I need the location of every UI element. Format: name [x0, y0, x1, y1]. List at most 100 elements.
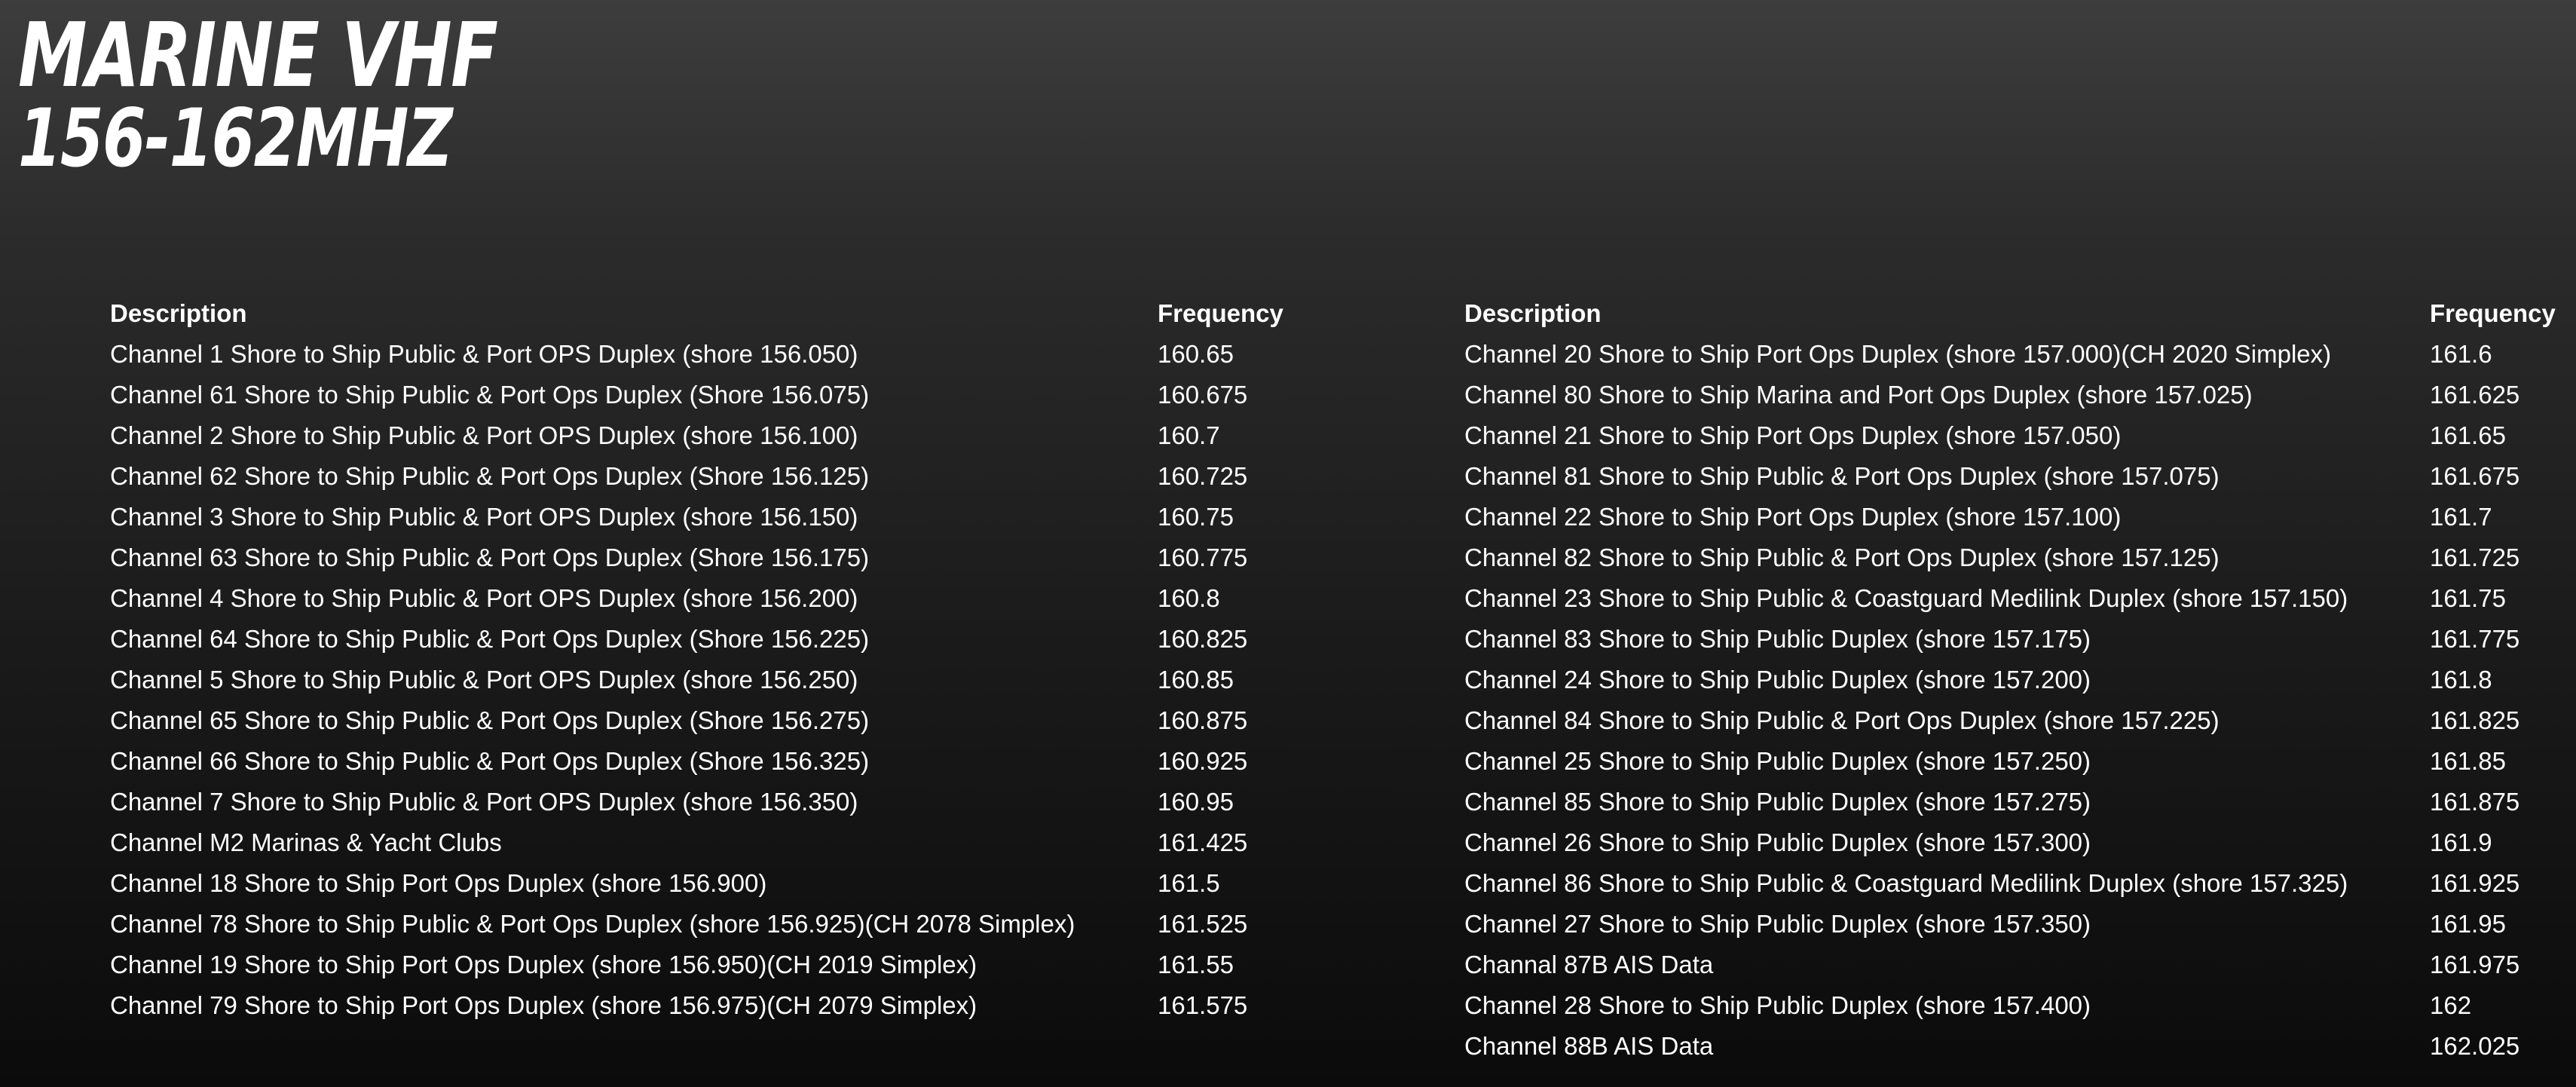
channel-description: Channel 2 Shore to Ship Public & Port OP… [110, 421, 858, 449]
channel-description: Channel 7 Shore to Ship Public & Port OP… [110, 788, 858, 816]
table-row: Channel 4 Shore to Ship Public & Port OP… [110, 578, 1331, 619]
channel-description: Channel 4 Shore to Ship Public & Port OP… [110, 584, 858, 612]
channel-frequency: 160.65 [1158, 340, 1234, 368]
channel-description: Channel 21 Shore to Ship Port Ops Duplex… [1464, 421, 2122, 449]
table-row: Channel 79 Shore to Ship Port Ops Duplex… [110, 985, 1331, 1026]
table-row: Channel 26 Shore to Ship Public Duplex (… [1464, 822, 2557, 863]
channel-frequency: 161.825 [2430, 706, 2520, 734]
table-row: Channel 61 Shore to Ship Public & Port O… [110, 375, 1331, 415]
table-row: Channel 1 Shore to Ship Public & Port OP… [110, 334, 1331, 375]
table-row: Channel 21 Shore to Ship Port Ops Duplex… [1464, 415, 2557, 456]
table-row: Channel 83 Shore to Ship Public Duplex (… [1464, 619, 2557, 660]
table-row: Channel 84 Shore to Ship Public & Port O… [1464, 700, 2557, 741]
channel-description: Channel 84 Shore to Ship Public & Port O… [1464, 706, 2220, 734]
channel-description: Channel 86 Shore to Ship Public & Coastg… [1464, 869, 2348, 897]
channel-frequency: 160.775 [1158, 544, 1248, 571]
channel-frequency: 161.5 [1158, 869, 1220, 897]
channel-frequency: 161.55 [1158, 951, 1234, 978]
left-channel-table: Description Frequency Channel 1 Shore to… [110, 293, 1331, 1026]
channel-frequency: 160.85 [1158, 666, 1234, 694]
channel-description: Channel 1 Shore to Ship Public & Port OP… [110, 340, 858, 368]
channel-frequency: 161.525 [1158, 910, 1248, 938]
table-row: Channel 20 Shore to Ship Port Ops Duplex… [1464, 334, 2557, 375]
channel-description: Channel 18 Shore to Ship Port Ops Duplex… [110, 869, 767, 897]
table-row: Channel 82 Shore to Ship Public & Port O… [1464, 537, 2557, 578]
table-row: Channel 25 Shore to Ship Public Duplex (… [1464, 741, 2557, 782]
right-table-body: Channel 20 Shore to Ship Port Ops Duplex… [1464, 334, 2557, 1067]
channel-frequency: 161.775 [2430, 625, 2520, 653]
channel-frequency: 161.7 [2430, 503, 2492, 531]
left-table-body: Channel 1 Shore to Ship Public & Port OP… [110, 334, 1331, 1026]
channel-description: Channel 63 Shore to Ship Public & Port O… [110, 544, 870, 571]
table-row: Channel M2 Marinas & Yacht Clubs 161.425 [110, 822, 1331, 863]
table-header-row: Description Frequency [1464, 293, 2557, 334]
table-row: Channel 64 Shore to Ship Public & Port O… [110, 619, 1331, 660]
channel-description: Channel 78 Shore to Ship Public & Port O… [110, 910, 1075, 938]
table-row: Channel 2 Shore to Ship Public & Port OP… [110, 415, 1331, 456]
table-row: Channel 24 Shore to Ship Public Duplex (… [1464, 660, 2557, 700]
channel-frequency: 161.925 [2430, 869, 2520, 897]
table-row: Channel 80 Shore to Ship Marina and Port… [1464, 375, 2557, 415]
right-channel-table: Description Frequency Channel 20 Shore t… [1464, 293, 2557, 1067]
channel-description: Channel 82 Shore to Ship Public & Port O… [1464, 544, 2220, 571]
table-row: Channel 3 Shore to Ship Public & Port OP… [110, 497, 1331, 537]
channel-description: Channel 61 Shore to Ship Public & Port O… [110, 381, 870, 409]
table-row: Channel 23 Shore to Ship Public & Coastg… [1464, 578, 2557, 619]
description-header: Description [110, 299, 247, 327]
channel-description: Channel 88B AIS Data [1464, 1032, 1714, 1060]
frequency-header: Frequency [1158, 299, 1283, 327]
channel-frequency: 160.825 [1158, 625, 1248, 653]
channel-frequency: 161.425 [1158, 828, 1248, 856]
page-title: MARINE VHF 156-162MHZ [18, 11, 498, 185]
table-row: Channel 66 Shore to Ship Public & Port O… [110, 741, 1331, 782]
channel-description: Channel 22 Shore to Ship Port Ops Duplex… [1464, 503, 2122, 531]
table-row: Channel 7 Shore to Ship Public & Port OP… [110, 782, 1331, 822]
title-line-2: 156-162MHZ [18, 92, 453, 185]
table-row: Channel 28 Shore to Ship Public Duplex (… [1464, 985, 2557, 1026]
table-row: Channel 62 Shore to Ship Public & Port O… [110, 456, 1331, 497]
channel-frequency: 161.95 [2430, 910, 2506, 938]
channel-description: Channel 20 Shore to Ship Port Ops Duplex… [1464, 340, 2332, 368]
table-row: Channel 78 Shore to Ship Public & Port O… [110, 904, 1331, 945]
channel-frequency: 160.8 [1158, 584, 1220, 612]
channel-description: Channel 62 Shore to Ship Public & Port O… [110, 462, 870, 490]
channel-frequency: 160.95 [1158, 788, 1234, 816]
table-row: Channel 81 Shore to Ship Public & Port O… [1464, 456, 2557, 497]
channel-description: Channel 5 Shore to Ship Public & Port OP… [110, 666, 858, 694]
table-row: Channel 63 Shore to Ship Public & Port O… [110, 537, 1331, 578]
channel-frequency: 161.575 [1158, 991, 1248, 1019]
channel-description: Channel 26 Shore to Ship Public Duplex (… [1464, 828, 2091, 856]
channel-description: Channel 28 Shore to Ship Public Duplex (… [1464, 991, 2091, 1019]
description-header: Description [1464, 299, 1602, 327]
channel-description: Channel 81 Shore to Ship Public & Port O… [1464, 462, 2220, 490]
channel-description: Channel 19 Shore to Ship Port Ops Duplex… [110, 951, 977, 978]
channel-frequency: 160.7 [1158, 421, 1220, 449]
channel-frequency: 161.975 [2430, 951, 2520, 978]
channel-frequency: 161.6 [2430, 340, 2492, 368]
table-row: Channel 65 Shore to Ship Public & Port O… [110, 700, 1331, 741]
table-row: Channel 88B AIS Data 162.025 [1464, 1026, 2557, 1067]
table-header-row: Description Frequency [110, 293, 1331, 334]
channel-frequency: 161.675 [2430, 462, 2520, 490]
channel-description: Channel 65 Shore to Ship Public & Port O… [110, 706, 870, 734]
channel-frequency: 161.725 [2430, 544, 2520, 571]
channel-description: Channal 87B AIS Data [1464, 951, 1714, 978]
channel-frequency: 161.8 [2430, 666, 2492, 694]
channel-description: Channel 3 Shore to Ship Public & Port OP… [110, 503, 858, 531]
channel-frequency: 160.675 [1158, 381, 1248, 409]
channel-description: Channel 85 Shore to Ship Public Duplex (… [1464, 788, 2091, 816]
channel-description: Channel 23 Shore to Ship Public & Coastg… [1464, 584, 2348, 612]
table-row: Channel 22 Shore to Ship Port Ops Duplex… [1464, 497, 2557, 537]
channel-frequency: 160.925 [1158, 747, 1248, 775]
channel-description: Channel M2 Marinas & Yacht Clubs [110, 828, 502, 856]
table-row: Channel 18 Shore to Ship Port Ops Duplex… [110, 863, 1331, 904]
channel-description: Channel 80 Shore to Ship Marina and Port… [1464, 381, 2253, 409]
channel-frequency: 162.025 [2430, 1032, 2520, 1060]
table-row: Channel 27 Shore to Ship Public Duplex (… [1464, 904, 2557, 945]
table-row: Channel 5 Shore to Ship Public & Port OP… [110, 660, 1331, 700]
channel-frequency: 161.9 [2430, 828, 2492, 856]
channel-description: Channel 25 Shore to Ship Public Duplex (… [1464, 747, 2091, 775]
channel-description: Channel 79 Shore to Ship Port Ops Duplex… [110, 991, 977, 1019]
table-row: Channel 85 Shore to Ship Public Duplex (… [1464, 782, 2557, 822]
channel-description: Channel 64 Shore to Ship Public & Port O… [110, 625, 870, 653]
